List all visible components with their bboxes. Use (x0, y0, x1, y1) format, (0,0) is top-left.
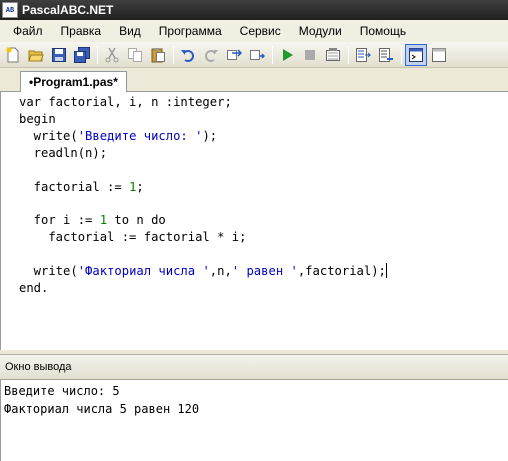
redo-icon[interactable] (200, 44, 222, 66)
menu-modules[interactable]: Модули (290, 24, 351, 38)
find-icon[interactable] (223, 44, 245, 66)
cut-icon[interactable] (101, 44, 123, 66)
tab-program1[interactable]: •Program1.pas* (20, 71, 127, 92)
output-window[interactable]: Введите число: 5 Факториал числа 5 равен… (0, 380, 508, 461)
code-line: factorial := factorial * i; (19, 230, 247, 245)
output-window-icon[interactable] (405, 43, 427, 66)
menu-bar: Файл Правка Вид Программа Сервис Модули … (0, 20, 508, 42)
toolbar (0, 42, 508, 68)
output-window-header: Окно вывода (0, 354, 508, 380)
output-text: Введите число: 5 Факториал числа 5 равен… (4, 382, 199, 418)
menu-service[interactable]: Сервис (231, 24, 290, 38)
code-line: factorial := 1; (19, 179, 144, 194)
debug-step-over-icon[interactable] (375, 44, 397, 66)
stop-icon[interactable] (299, 44, 321, 66)
output-line: Факториал числа 5 равен 120 (4, 402, 200, 416)
code-text[interactable]: var factorial, i, n :integer; begin writ… (19, 94, 387, 297)
replace-icon[interactable] (246, 44, 268, 66)
code-line: for i := 1 to n do (19, 213, 166, 228)
run-icon[interactable] (276, 44, 298, 66)
save-all-icon[interactable] (71, 44, 93, 66)
properties-icon[interactable] (428, 44, 450, 66)
menu-program[interactable]: Программа (150, 24, 231, 38)
code-line: var factorial, i, n :integer; (19, 95, 232, 109)
toolbar-separator (401, 45, 402, 64)
menu-edit[interactable]: Правка (52, 24, 111, 38)
copy-icon[interactable] (124, 44, 146, 66)
output-line: Введите число: 5 (4, 384, 120, 398)
debug-step-icon[interactable] (352, 44, 374, 66)
menu-view[interactable]: Вид (110, 24, 150, 38)
paste-icon[interactable] (147, 44, 169, 66)
undo-icon[interactable] (177, 44, 199, 66)
open-icon[interactable] (25, 44, 47, 66)
toolbar-separator (272, 45, 273, 64)
editor-gutter (1, 92, 15, 350)
output-window-title: Окно вывода (5, 361, 72, 373)
text-caret (385, 263, 387, 279)
editor-tabstrip: •Program1.pas* (0, 68, 508, 92)
new-file-icon[interactable] (2, 44, 24, 66)
code-line: begin (19, 111, 56, 126)
code-line: end. (19, 280, 49, 295)
save-icon[interactable] (48, 44, 70, 66)
code-line: write('Факториал числа ',n,' равен ',fac… (19, 264, 386, 279)
code-line: write('Введите число: '); (19, 128, 218, 143)
toolbar-separator (348, 45, 349, 64)
menu-help[interactable]: Помощь (351, 24, 415, 38)
menu-file[interactable]: Файл (4, 24, 52, 38)
window-title: PascalABC.NET (22, 3, 114, 17)
toolbar-separator (97, 45, 98, 64)
title-bar: AB PascalABC.NET (0, 0, 508, 20)
compile-icon[interactable] (322, 44, 344, 66)
code-line: readln(n); (19, 145, 108, 160)
toolbar-separator (173, 45, 174, 64)
code-editor[interactable]: var factorial, i, n :integer; begin writ… (0, 92, 508, 350)
app-icon: AB (2, 2, 18, 18)
